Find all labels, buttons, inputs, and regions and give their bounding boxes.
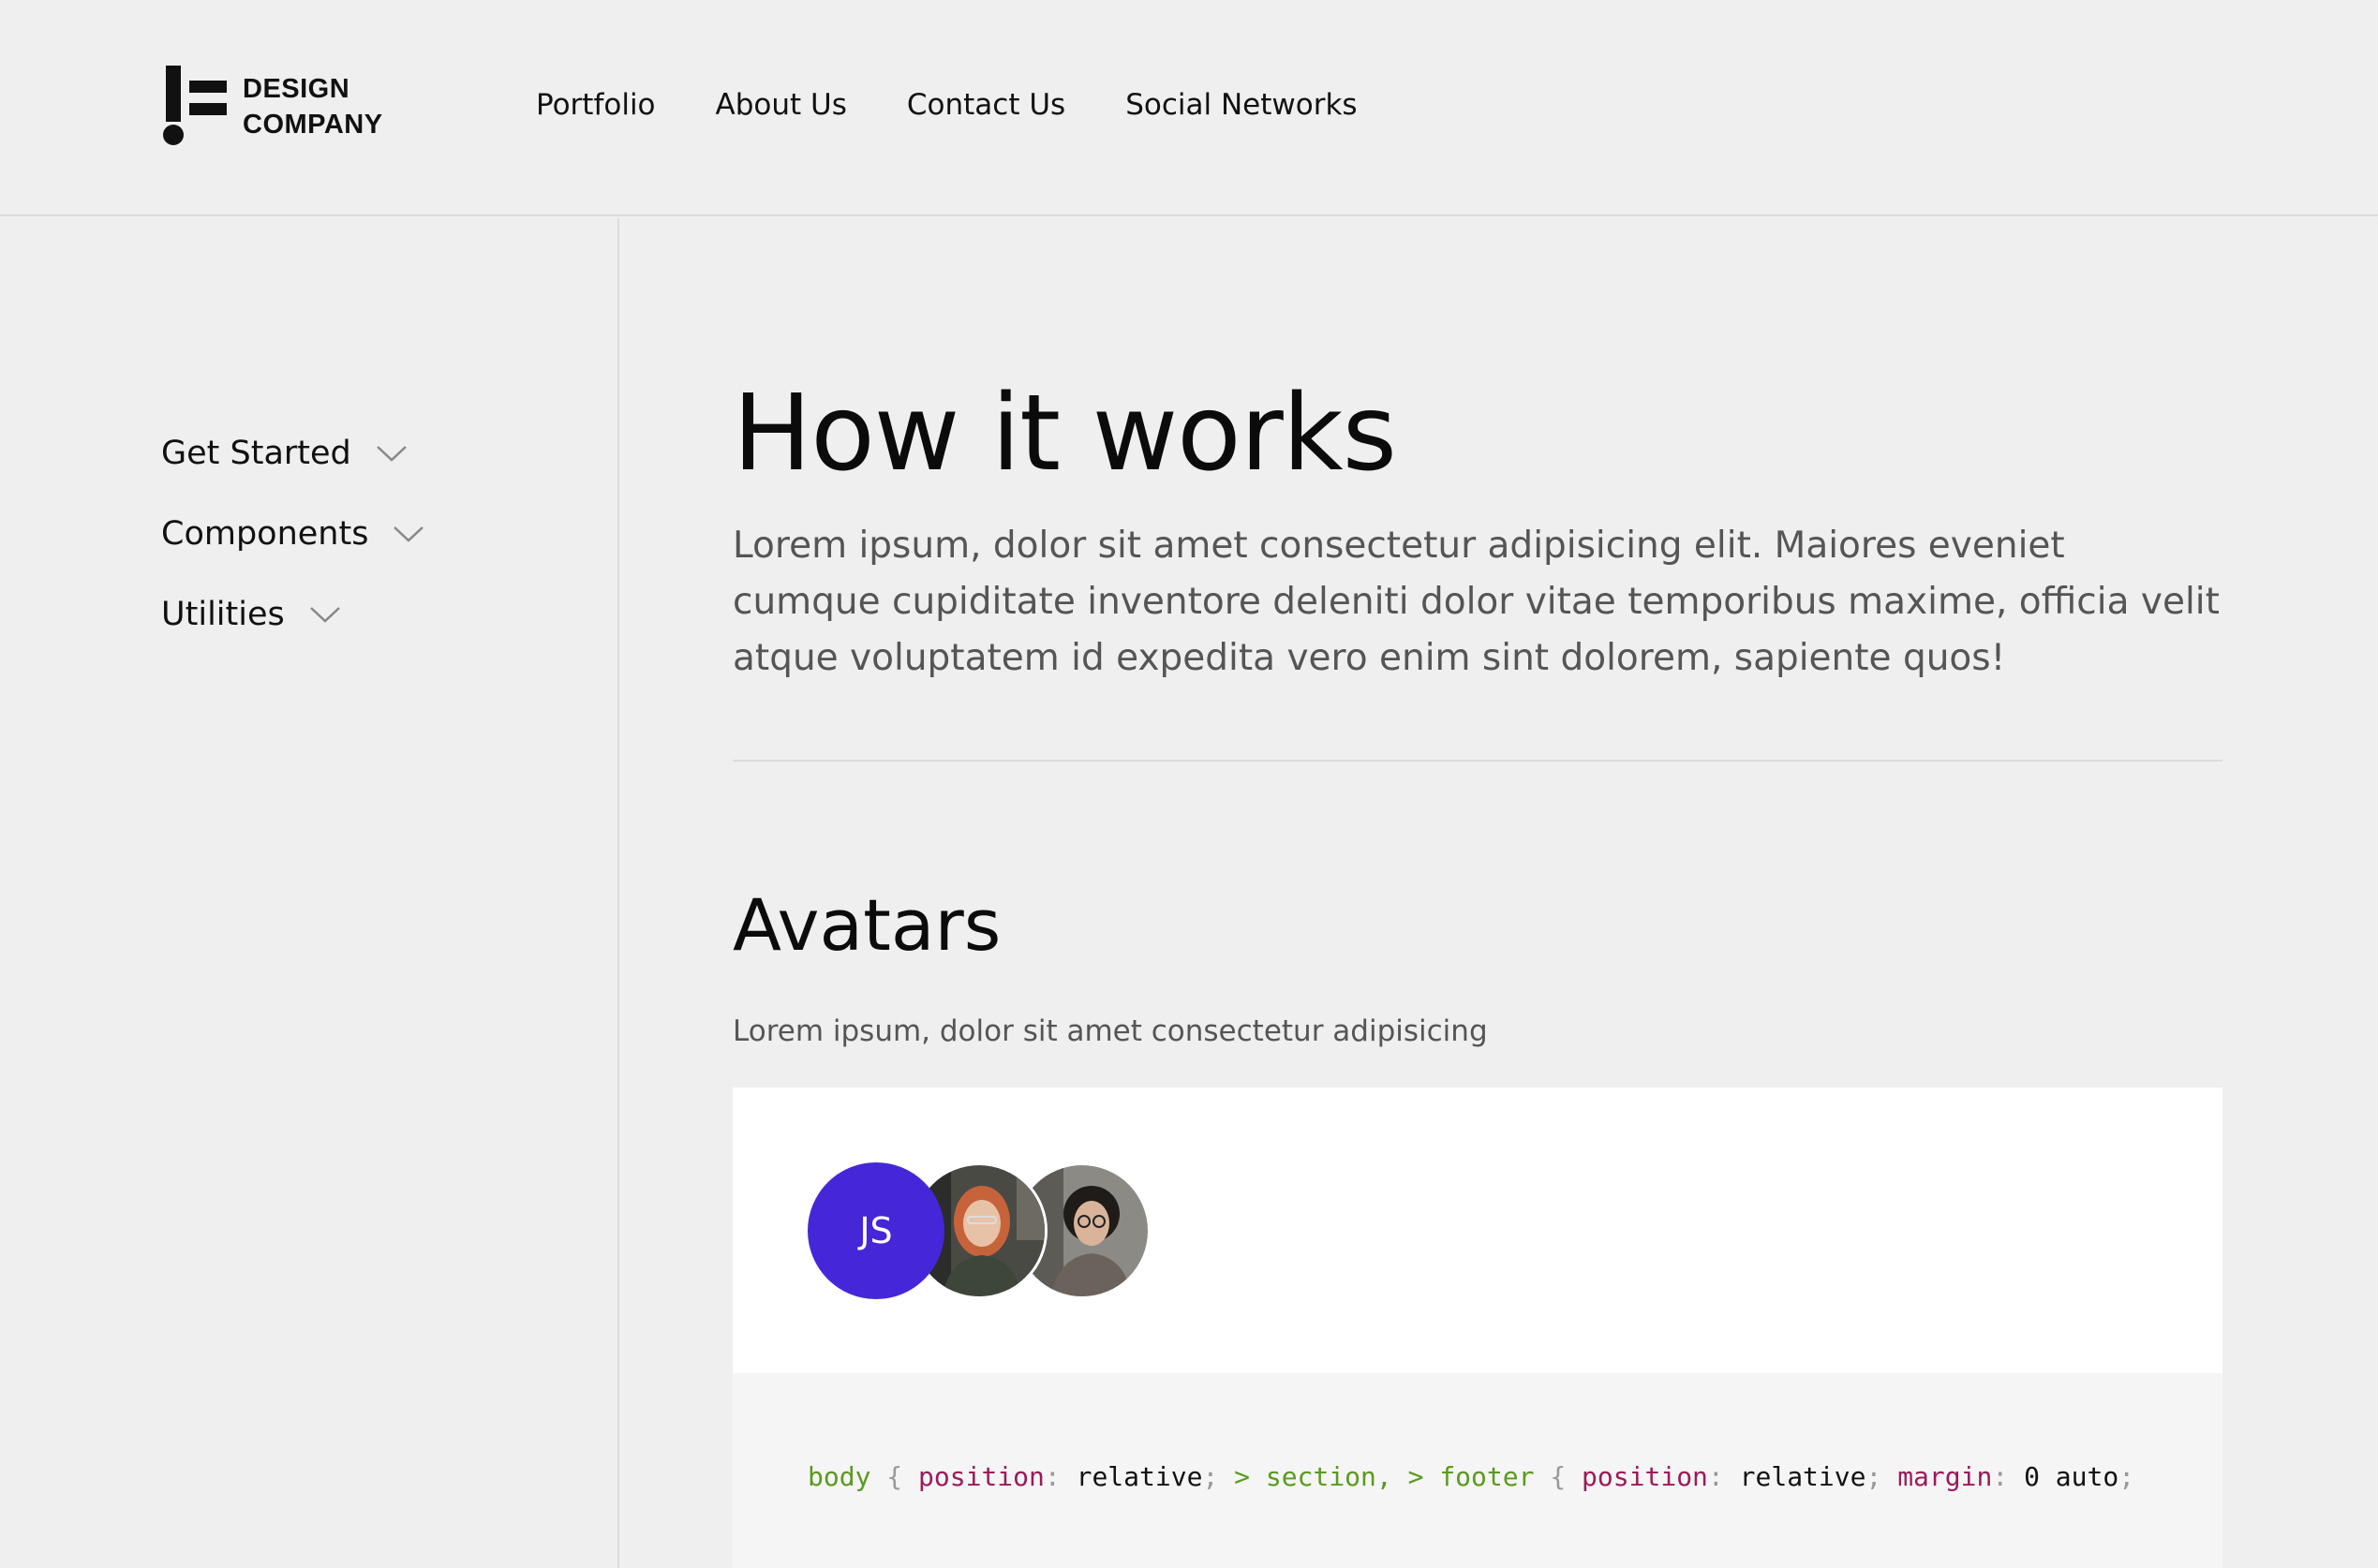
chevron-down-icon [376, 446, 407, 462]
code-line: body { position: relative; > section, > … [808, 1461, 2134, 1492]
avatars-demo-panel: JS [733, 1087, 2222, 1373]
code-snippet-panel[interactable]: body { position: relative; > section, > … [733, 1373, 2222, 1568]
code-token: position [1582, 1461, 1708, 1492]
section-title-avatars: Avatars [733, 883, 1002, 967]
code-token: relative [1739, 1461, 1866, 1492]
top-header: DESIGN COMPANY Portfolio About Us Contac… [0, 0, 2378, 216]
sidebar: Get Started Components Utilities [0, 218, 619, 1568]
nav-link-social-networks[interactable]: Social Networks [1125, 84, 1357, 126]
page-title: How it works [733, 373, 1397, 495]
main-nav: Portfolio About Us Contact Us Social Net… [536, 84, 1418, 126]
code-token: ; [1865, 1461, 1898, 1492]
nav-link-contact-us[interactable]: Contact Us [907, 84, 1065, 126]
sidebar-item-label: Utilities [161, 596, 285, 633]
code-token: relative [1076, 1461, 1203, 1492]
code-token: 0 auto [2024, 1461, 2119, 1492]
sidebar-item-label: Get Started [161, 435, 351, 472]
code-token: body [808, 1461, 871, 1492]
chevron-down-icon [309, 607, 340, 623]
code-token: ; [2118, 1461, 2135, 1492]
code-token: margin [1897, 1461, 1993, 1492]
avatar-initials[interactable]: JS [808, 1162, 944, 1299]
code-token: > section, > footer [1234, 1461, 1535, 1492]
brand-line-2: COMPANY [243, 110, 383, 140]
code-token: { [1534, 1461, 1583, 1492]
code-token: : [1707, 1461, 1740, 1492]
nav-link-portfolio[interactable]: Portfolio [536, 84, 656, 126]
code-token: : [1044, 1461, 1077, 1492]
nav-link-about-us[interactable]: About Us [716, 84, 847, 126]
avatar-initials-text: JS [859, 1210, 893, 1251]
section-divider [733, 760, 2222, 762]
code-token: : [1992, 1461, 2025, 1492]
sidebar-item-get-started[interactable]: Get Started [161, 435, 408, 472]
brand-line-1: DESIGN [243, 74, 350, 104]
code-token: ; [1202, 1461, 1235, 1492]
section-description: Lorem ipsum, dolor sit amet consectetur … [733, 1014, 1488, 1048]
code-token: position [918, 1461, 1045, 1492]
intro-paragraph: Lorem ipsum, dolor sit amet consectetur … [733, 525, 2220, 679]
sidebar-item-label: Components [161, 515, 369, 553]
brand-name: DESIGN COMPANY [243, 71, 383, 142]
chevron-down-icon [394, 526, 424, 542]
code-token: { [870, 1461, 919, 1492]
sidebar-item-utilities[interactable]: Utilities [161, 596, 341, 633]
logo-mark-icon [163, 66, 227, 145]
sidebar-item-components[interactable]: Components [161, 515, 424, 553]
brand-logo[interactable]: DESIGN COMPANY [161, 66, 395, 150]
